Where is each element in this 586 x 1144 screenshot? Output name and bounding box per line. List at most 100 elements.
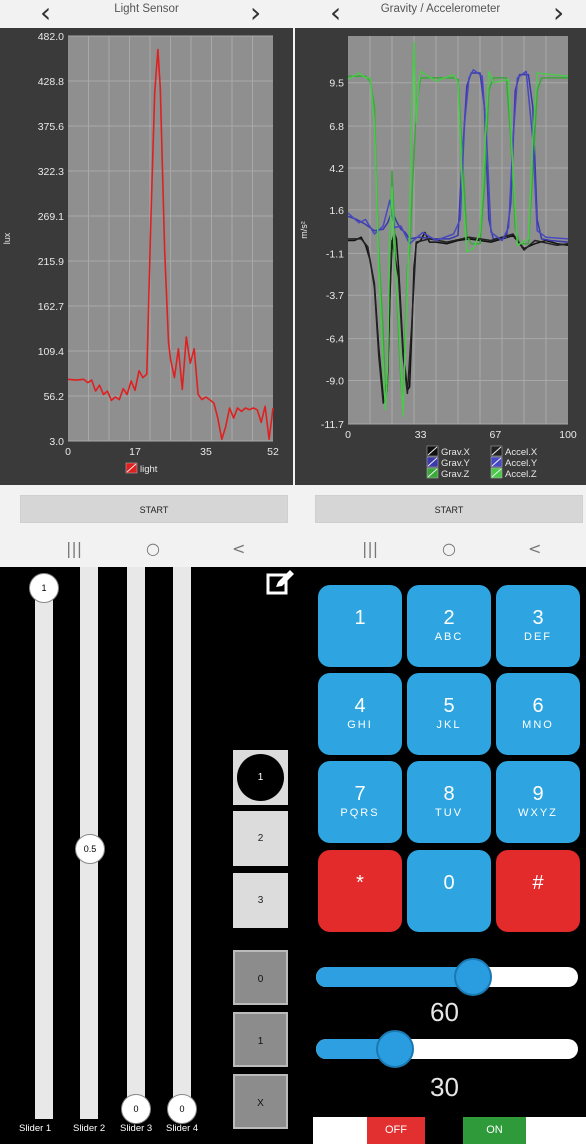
h-slider-1-fill [316, 967, 474, 987]
gravity-chart-svg: 9.5 6.8 4.2 1.6 -1.1 -3.7 -6.4 -9.0 -11.70 33 67 10… [299, 36, 577, 480]
slider-2-label: Slider 2 [73, 1123, 106, 1134]
keypad-key[interactable]: # [496, 850, 580, 932]
y-tick-label: -9.0 [326, 376, 344, 388]
gravity-header: ‹ Gravity / Accelerometer › [295, 0, 586, 28]
home-icon[interactable]: ○ [442, 539, 456, 558]
keypad-key[interactable]: 2 ABC [407, 585, 491, 667]
h-slider-2-track[interactable] [316, 1039, 578, 1059]
y-tick-label: -3.7 [326, 290, 344, 302]
x-tick-label: 0 [345, 429, 351, 441]
x-tick-label: 33 [415, 429, 427, 441]
button-0[interactable]: 0 [233, 950, 288, 1005]
slider-3-track[interactable] [127, 567, 145, 1119]
x-tick-label: 35 [200, 446, 212, 458]
keypad-letters: ABC [434, 631, 464, 643]
back-icon[interactable]: < [232, 539, 245, 558]
keypad-key[interactable]: 5 JKL [407, 673, 491, 755]
x-tick-label: 17 [129, 446, 141, 458]
nav-bar-right: ||| ○ < [295, 535, 586, 567]
h-slider-2-value: 30 [430, 1072, 459, 1102]
y-tick-label: 322.3 [38, 166, 64, 178]
button-1[interactable]: 1 [233, 1012, 288, 1067]
y-tick-label: 6.8 [329, 121, 344, 133]
keypad-key[interactable]: 4 GHI [318, 673, 402, 755]
keypad-digit: 2 [443, 607, 455, 629]
keypad-digit: 9 [532, 783, 544, 805]
y-axis-label: lux [2, 232, 12, 244]
legend-label: Grav.Y [441, 458, 471, 469]
h-slider-1-value: 60 [430, 997, 459, 1027]
light-chart: 482.0 428.8 375.6 322.3 269.1 215.9 162.7 109.4… [0, 28, 293, 485]
keypad-digit: 4 [354, 695, 366, 717]
slider-2-knob[interactable]: 0.5 [75, 834, 105, 864]
y-tick-label: 3.0 [49, 436, 64, 448]
toggle-off-blank [313, 1117, 367, 1144]
keypad-key[interactable]: 0 [407, 850, 491, 932]
y-tick-label: 1.6 [329, 205, 344, 217]
legend-label: Grav.Z [441, 469, 470, 480]
keypad-key[interactable]: * [318, 850, 402, 932]
light-chart-svg: 482.0 428.8 375.6 322.3 269.1 215.9 162.7 109.4… [2, 31, 279, 475]
toggle-off-label: OFF [367, 1117, 425, 1144]
keypad-digit: * [356, 872, 364, 894]
keypad-key[interactable]: 8 TUV [407, 761, 491, 843]
slider-4-track[interactable] [173, 567, 191, 1119]
toggle-on-label: ON [463, 1117, 526, 1144]
keypad-key[interactable]: 6 MNO [496, 673, 580, 755]
gravity-start-button[interactable]: START [315, 495, 583, 523]
keypad-key[interactable]: 9 WXYZ [496, 761, 580, 843]
legend-label: Accel.Z [505, 469, 537, 480]
home-icon[interactable]: ○ [146, 539, 160, 558]
light-sensor-header: ‹ Light Sensor › [0, 0, 293, 28]
edit-icon[interactable] [266, 569, 296, 597]
light-start-button[interactable]: START [20, 495, 288, 523]
light-sensor-panel: ‹ Light Sensor › 482.0 428.8 375.6 322.3 269… [0, 0, 293, 567]
h-slider-1-knob[interactable] [454, 958, 493, 996]
radio-button-2[interactable]: 2 [233, 811, 288, 866]
radio-button-3[interactable]: 3 [233, 873, 288, 928]
back-icon[interactable]: < [528, 539, 541, 558]
keypad-digit: 0 [443, 872, 455, 894]
x-tick-label: 52 [267, 446, 279, 458]
nav-bar-left: ||| ○ < [0, 535, 293, 567]
slider-3-label: Slider 3 [120, 1123, 153, 1134]
recents-icon[interactable]: ||| [362, 539, 378, 558]
keypad-digit: 6 [532, 695, 544, 717]
legend-label: light [140, 464, 158, 475]
keypad-letters: GHI [347, 719, 373, 731]
keypad-letters: JKL [436, 719, 462, 731]
y-tick-label: 269.1 [38, 211, 64, 223]
slider-3-knob[interactable]: 0 [121, 1094, 151, 1124]
y-tick-label: 4.2 [329, 163, 344, 175]
legend-label: Accel.Y [505, 458, 538, 469]
keypad-digit: # [532, 872, 544, 894]
keypad-digit: 7 [354, 783, 366, 805]
chevron-right-icon[interactable]: › [250, 0, 261, 28]
keypad-digit: 1 [354, 607, 366, 629]
h-slider-1-track[interactable] [316, 967, 578, 987]
h-slider-2-knob[interactable] [375, 1030, 414, 1068]
keypad-key[interactable]: 3 DEF [496, 585, 580, 667]
radio-button-1[interactable]: 1 [233, 750, 288, 805]
gravity-title: Gravity / Accelerometer [380, 3, 501, 15]
keypad-key[interactable]: 7 PQRS [318, 761, 402, 843]
y-axis-label: m/s² [299, 221, 309, 239]
y-tick-label: -11.7 [321, 419, 344, 431]
keypad-letters: MNO [522, 719, 554, 731]
y-tick-label: 9.5 [329, 78, 344, 90]
y-tick-label: 428.8 [38, 76, 64, 88]
slider-1-label: Slider 1 [19, 1123, 52, 1134]
button-x[interactable]: X [233, 1074, 288, 1129]
keypad-key[interactable]: 1 [318, 585, 402, 667]
slider-1-track[interactable] [35, 579, 53, 1119]
recents-icon[interactable]: ||| [66, 539, 82, 558]
chevron-right-icon[interactable]: › [553, 0, 564, 28]
keypad-digit: 3 [532, 607, 544, 629]
keypad-letters: WXYZ [518, 807, 558, 819]
sensor-screens: ‹ Light Sensor › 482.0 428.8 375.6 322.3 269… [0, 0, 586, 567]
slider-1-knob[interactable]: 1 [29, 573, 59, 603]
x-tick-label: 0 [65, 446, 71, 458]
legend-label: Grav.X [441, 447, 471, 458]
keypad-letters: DEF [524, 631, 552, 643]
slider-4-knob[interactable]: 0 [167, 1094, 197, 1124]
